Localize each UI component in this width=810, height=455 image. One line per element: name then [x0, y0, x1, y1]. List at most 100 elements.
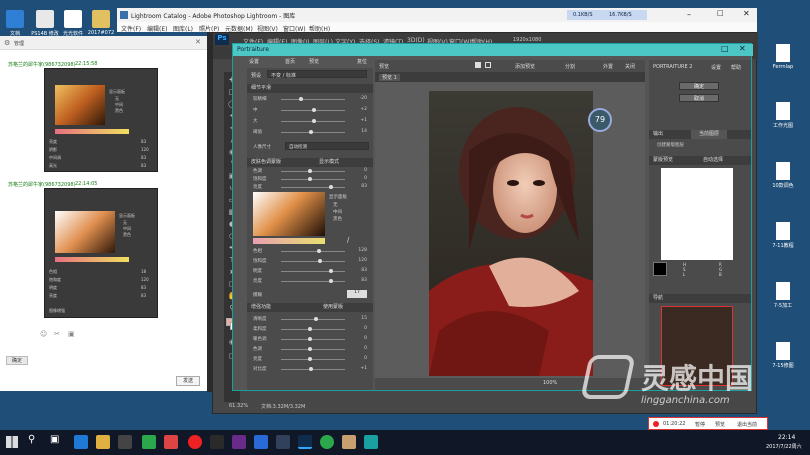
slider-knob[interactable]	[317, 249, 321, 253]
slider-row[interactable]: 柔和度 0	[253, 326, 369, 333]
wechat-icon[interactable]	[320, 435, 334, 449]
slider-row[interactable]: 饱和度 120	[253, 258, 369, 265]
eyedropper-icon[interactable]: ∕	[347, 236, 349, 244]
slider-value[interactable]: +1	[353, 118, 367, 123]
slider-track[interactable]	[281, 349, 345, 350]
slider-row[interactable]: 明度 83	[253, 268, 369, 275]
bottom-zoom[interactable]: 100%	[543, 380, 557, 386]
ok-button[interactable]: 确定	[679, 82, 719, 90]
slider-value[interactable]: +2	[353, 107, 367, 112]
search-icon[interactable]: ⚲	[28, 434, 35, 445]
pt-tab-settings[interactable]: 设置	[249, 58, 259, 65]
emoji-icon[interactable]: ☺	[40, 330, 47, 338]
doc-icon[interactable]	[776, 102, 790, 120]
portraiture-titlebar[interactable]: Portraiture □ ✕	[233, 44, 753, 56]
slider-track[interactable]	[281, 179, 345, 180]
start-icon[interactable]	[6, 436, 18, 448]
maximize-icon[interactable]: □	[717, 9, 724, 17]
view-option[interactable]: 分割	[565, 63, 575, 70]
slider-knob[interactable]	[329, 185, 333, 189]
slider-knob[interactable]	[312, 108, 317, 112]
recorder-preview[interactable]: 预览	[715, 421, 725, 428]
app-icon[interactable]	[188, 435, 202, 449]
view-option[interactable]: 添加预览	[515, 63, 535, 70]
lr-menu-item[interactable]: 图库(L)	[173, 24, 193, 33]
slider-knob[interactable]	[308, 169, 312, 173]
slider-row[interactable]: 色调 0	[253, 346, 369, 353]
pt-tab-home[interactable]: 首页	[285, 58, 295, 65]
slider-knob[interactable]	[314, 317, 318, 321]
create-mask-checkbox[interactable]: 创建蒙版图层	[657, 142, 684, 148]
slider-knob[interactable]	[308, 130, 313, 134]
recorder-pause[interactable]: 暂停	[695, 421, 705, 428]
photoshop-taskbar-icon[interactable]	[298, 435, 312, 449]
slider-track[interactable]	[281, 339, 345, 340]
chat-close-icon[interactable]: ✕	[195, 38, 201, 46]
app-icon[interactable]	[254, 435, 268, 449]
slider-value[interactable]: 120	[353, 258, 367, 263]
slider-track[interactable]	[281, 171, 345, 172]
chat-left-button[interactable]: 确定	[6, 356, 28, 365]
app-icon[interactable]	[232, 435, 246, 449]
lr-menu-item[interactable]: 编辑(E)	[147, 24, 167, 33]
slider-knob[interactable]	[311, 119, 316, 123]
output-section[interactable]: 输出 当前图层	[649, 130, 751, 139]
slider-value[interactable]: 0	[353, 356, 367, 361]
section-enhancements[interactable]: 增强功能 使用蒙版	[247, 303, 373, 312]
lightroom-titlebar[interactable]: Lightroom Catalog - Adobe Photoshop Ligh…	[117, 8, 757, 22]
close-icon[interactable]: ✕	[743, 9, 750, 18]
section-skin-mask[interactable]: 皮肤色调蒙版 显示模式	[247, 158, 373, 167]
minimize-icon[interactable]: –	[687, 10, 691, 19]
zoom-indicator[interactable]: 79	[588, 108, 612, 132]
slider-knob[interactable]	[308, 357, 312, 361]
portraiture-close-icon[interactable]: ✕	[739, 44, 746, 53]
slider-knob[interactable]	[299, 97, 303, 101]
pt-tab-preview[interactable]: 预览	[309, 58, 319, 65]
app-icon[interactable]	[210, 435, 224, 449]
desktop-icon-folder[interactable]	[92, 10, 110, 28]
slider-value[interactable]: 83	[353, 278, 367, 283]
cancel-button[interactable]: 取消	[679, 94, 719, 102]
slider-row[interactable]: 暖色调 0	[253, 336, 369, 343]
lr-menu-item[interactable]: 文件(F)	[121, 24, 141, 33]
slider-knob[interactable]	[308, 177, 312, 181]
right-subtab[interactable]: 设置	[711, 64, 721, 71]
navigator-section[interactable]: 导航	[649, 294, 751, 303]
slider-row[interactable]: 色相 128	[253, 248, 369, 255]
desktop-icon-docs[interactable]	[6, 10, 24, 28]
explorer-icon[interactable]	[96, 435, 110, 449]
desktop-icon-soft[interactable]	[64, 10, 82, 28]
lightroom-taskbar-icon[interactable]	[276, 435, 290, 449]
doc-icon[interactable]	[776, 342, 790, 360]
slider-row[interactable]: 大 +1	[253, 118, 369, 125]
doc-icon[interactable]	[776, 282, 790, 300]
view-single-icon[interactable]	[475, 62, 481, 68]
recorder-exit[interactable]: 退出当前	[737, 421, 757, 428]
gear-icon[interactable]: ⚙	[4, 39, 10, 47]
slider-knob[interactable]	[308, 347, 312, 351]
slider-track[interactable]	[281, 251, 345, 252]
chat-image-panel[interactable]: 显示面板 无 中间 黑色 色相 饱和度 明度 亮度 18 120 83 83 图…	[44, 188, 158, 318]
pt-tab-reset[interactable]: 复位	[357, 58, 367, 65]
slider-knob[interactable]	[309, 367, 314, 371]
app-icon[interactable]	[164, 435, 178, 449]
app-icon[interactable]	[142, 435, 156, 449]
slider-track[interactable]	[281, 329, 345, 330]
skin-color-field[interactable]	[253, 192, 325, 236]
slider-knob[interactable]	[308, 337, 312, 341]
avatar-icon[interactable]	[342, 435, 356, 449]
slider-row[interactable]: 亮度 83	[253, 184, 369, 191]
skin-hue-bar[interactable]	[253, 238, 325, 244]
view-option[interactable]: 关闭	[625, 63, 635, 70]
slider-knob[interactable]	[329, 269, 333, 273]
doc-icon[interactable]	[776, 162, 790, 180]
view-option[interactable]: 外置	[603, 63, 613, 70]
slider-value[interactable]: 83	[353, 184, 367, 189]
section-detail-smoothing[interactable]: 细节平滑	[247, 84, 373, 93]
slider-track[interactable]	[281, 271, 345, 272]
slider-row[interactable]: 亮度 83	[253, 278, 369, 285]
task-view-icon[interactable]: ▣	[50, 434, 59, 445]
folder-icon[interactable]: ▣	[68, 330, 75, 338]
desktop-icon-ps[interactable]	[36, 10, 54, 28]
portraiture-minimize-icon[interactable]: □	[721, 44, 729, 53]
